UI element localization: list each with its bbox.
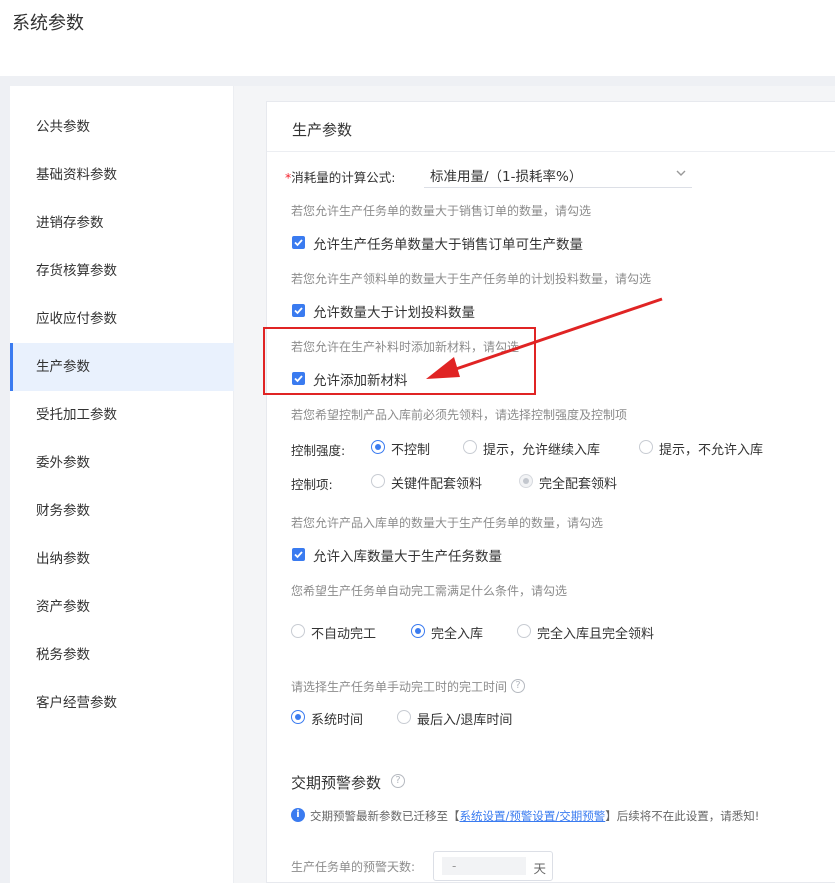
checkbox-allow-receipt-exceed[interactable] (292, 548, 305, 561)
help-icon[interactable]: ? (511, 679, 525, 693)
warning-days-value: - (442, 857, 526, 875)
radio-full-receipt[interactable] (411, 624, 425, 638)
sidebar-item-inventory[interactable]: 进销存参数 (10, 199, 234, 247)
control-item-label: 控制项: (291, 477, 333, 492)
control-strength-label: 控制强度: (291, 443, 346, 458)
radio-label-no-control: 不控制 (391, 443, 431, 458)
sidebar-item-customer-operations[interactable]: 客户经营参数 (10, 679, 234, 727)
sidebar-item-finance[interactable]: 财务参数 (10, 487, 234, 535)
header-divider (0, 76, 835, 86)
hint-planned-issue: 若您允许生产领料单的数量大于生产任务单的计划投料数量，请勾选 (291, 272, 652, 286)
radio-label-system-time: 系统时间 (311, 713, 364, 728)
radio-last-receipt-time[interactable] (397, 710, 411, 724)
info-icon: i (291, 808, 305, 822)
formula-label: *消耗量的计算公式: (285, 170, 396, 185)
sidebar-item-cost-accounting[interactable]: 存货核算参数 (10, 247, 234, 295)
sidebar-item-basic-data[interactable]: 基础资料参数 (10, 151, 234, 199)
sidebar-item-outsourcing[interactable]: 委外参数 (10, 439, 234, 487)
radio-label-no-auto-complete: 不自动完工 (311, 627, 377, 642)
hint-manual-complete: 请选择生产任务单手动完工时的完工时间 (291, 680, 508, 694)
radio-system-time[interactable] (291, 710, 305, 724)
sidebar-item-public[interactable]: 公共参数 (10, 103, 234, 151)
hint-receipt-exceed: 若您允许产品入库单的数量大于生产任务单的数量，请勾选 (291, 516, 604, 530)
top-bar: 系统参数 (0, 0, 835, 76)
radio-label-full-receipt-and-issue: 完全入库且完全领料 (537, 627, 655, 642)
sidebar-gutter (0, 86, 10, 883)
warning-days-input[interactable]: - 天 (433, 851, 553, 881)
formula-select[interactable]: 标准用量/（1-损耗率%） (424, 160, 692, 188)
radio-full-receipt-and-issue[interactable] (517, 624, 531, 638)
formula-select-value: 标准用量/（1-损耗率%） (430, 169, 583, 185)
radio-full-kit-issue[interactable] (519, 474, 533, 488)
chevron-down-icon (676, 170, 686, 176)
sidebar-item-tax[interactable]: 税务参数 (10, 631, 234, 679)
hint-control-issue: 若您希望控制产品入库前必须先领料，请选择控制强度及控制项 (291, 408, 628, 422)
checkbox-label-allow-exceed-sales-order: 允许生产任务单数量大于销售订单可生产数量 (313, 237, 583, 253)
warning-days-unit: 天 (533, 861, 546, 876)
page-title: 系统参数 (12, 13, 84, 34)
radio-no-control[interactable] (371, 440, 385, 454)
checkbox-allow-exceed-planned-issue[interactable] (292, 304, 305, 317)
delivery-warning-title: 交期预警参数 (291, 774, 382, 792)
delivery-migration-notice: 交期预警最新参数已迁移至【系统设置/预警设置/交期预警】后续将不在此设置，请悉知… (310, 809, 760, 823)
radio-label-last-receipt-time: 最后入/退库时间 (417, 713, 513, 728)
radio-label-full-kit-issue: 完全配套领料 (539, 477, 618, 492)
radio-warn-deny[interactable] (639, 440, 653, 454)
sidebar: 公共参数 基础资料参数 进销存参数 存货核算参数 应收应付参数 生产参数 受托加… (10, 86, 234, 883)
sidebar-item-cashier[interactable]: 出纳参数 (10, 535, 234, 583)
panel-header: 生产参数 (267, 102, 835, 152)
sidebar-item-assets[interactable]: 资产参数 (10, 583, 234, 631)
radio-label-warn-deny: 提示，不允许入库 (659, 443, 764, 458)
sidebar-item-consigned-processing[interactable]: 受托加工参数 (10, 391, 234, 439)
radio-label-full-receipt: 完全入库 (431, 627, 484, 642)
hint-auto-complete: 您希望生产任务单自动完工需满足什么条件，请勾选 (291, 584, 568, 598)
radio-no-auto-complete[interactable] (291, 624, 305, 638)
sidebar-item-receivable-payable[interactable]: 应收应付参数 (10, 295, 234, 343)
checkbox-allow-exceed-sales-order[interactable] (292, 236, 305, 249)
annotation-arrow-icon (426, 297, 663, 379)
warning-days-label: 生产任务单的预警天数: (291, 860, 416, 874)
radio-label-warn-allow: 提示，允许继续入库 (483, 443, 601, 458)
delivery-help-icon[interactable]: ? (391, 774, 405, 788)
delivery-settings-link[interactable]: 系统设置/预警设置/交期预警 (460, 809, 606, 823)
checkbox-label-allow-receipt-exceed: 允许入库数量大于生产任务数量 (313, 549, 502, 565)
radio-key-parts-issue[interactable] (371, 474, 385, 488)
check-icon (294, 307, 303, 315)
radio-warn-allow[interactable] (463, 440, 477, 454)
panel-title: 生产参数 (292, 121, 353, 139)
check-icon (294, 551, 303, 559)
hint-sales-order: 若您允许生产任务单的数量大于销售订单的数量，请勾选 (291, 204, 592, 218)
sidebar-item-production[interactable]: 生产参数 (10, 343, 234, 391)
check-icon (294, 239, 303, 247)
radio-label-key-parts-issue: 关键件配套领料 (391, 477, 483, 492)
